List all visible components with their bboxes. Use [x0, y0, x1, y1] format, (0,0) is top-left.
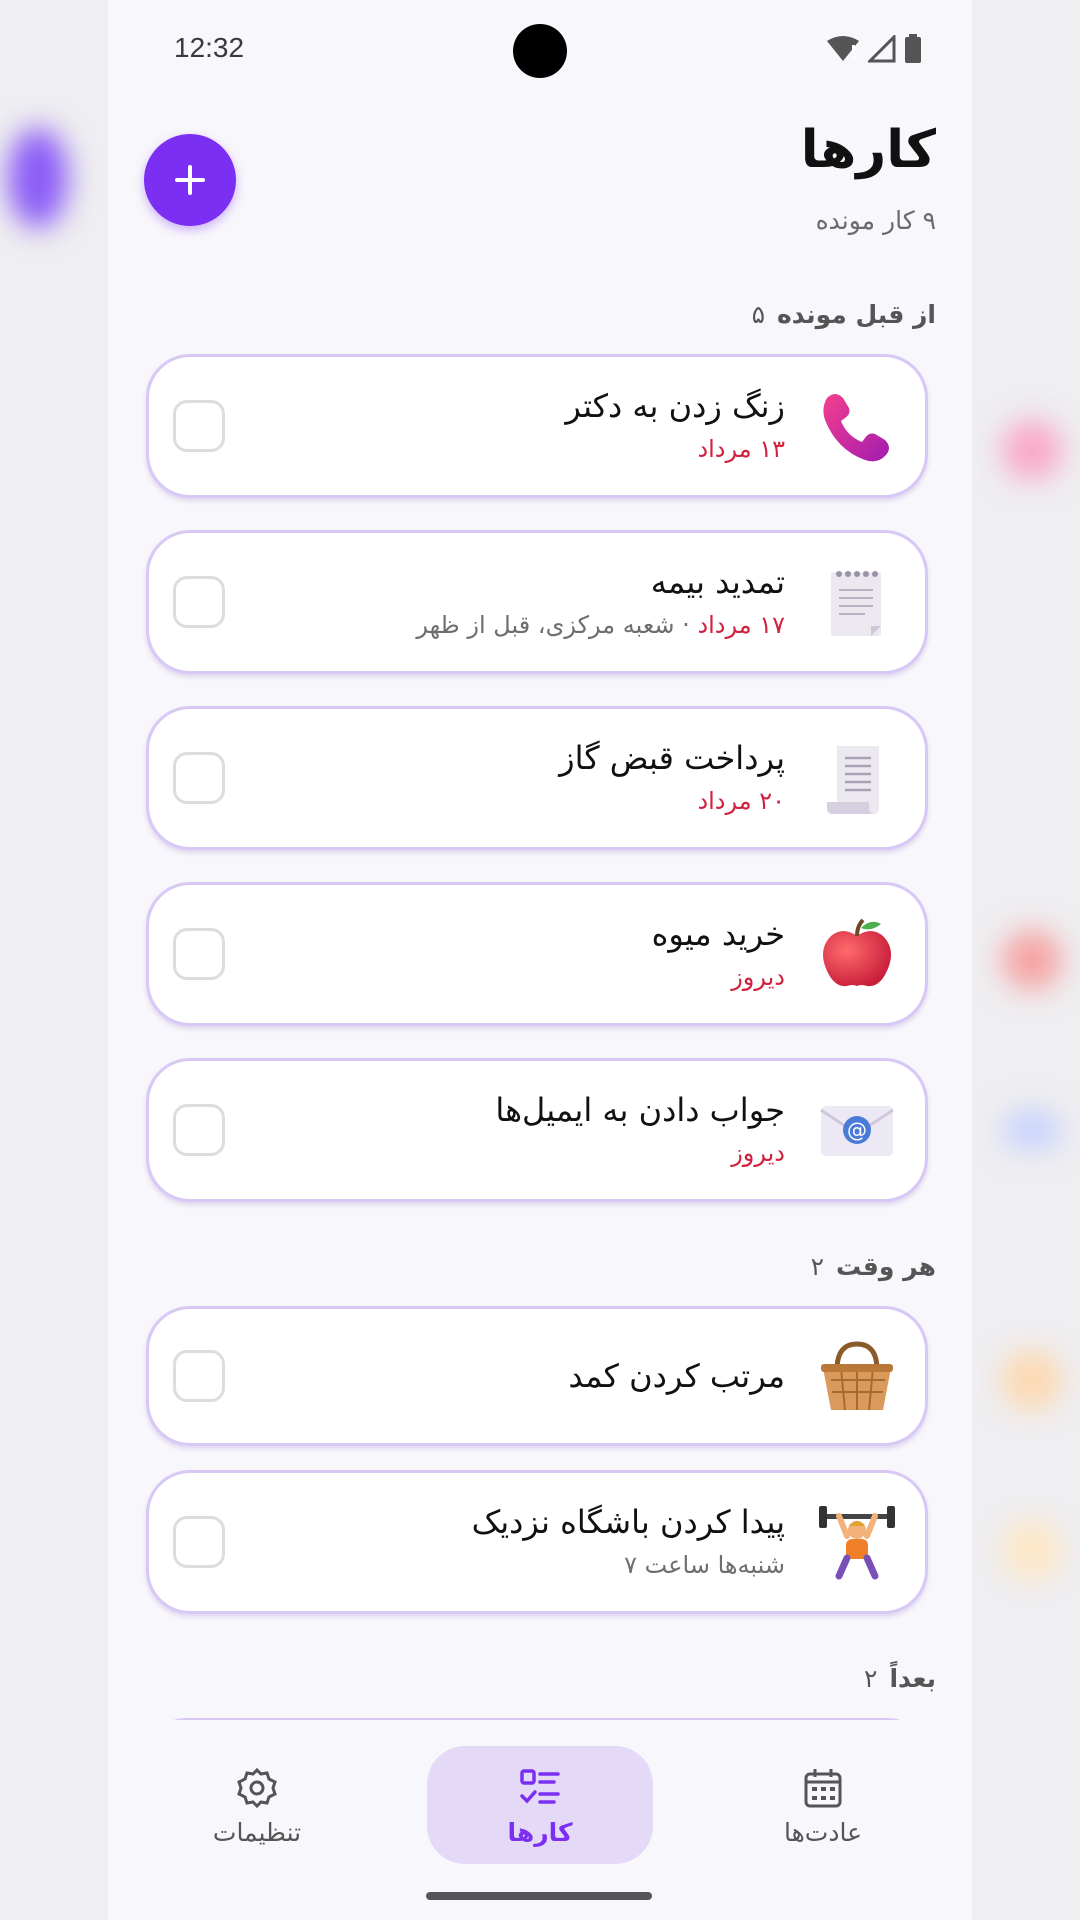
task-card[interactable]: تمدید بیمه ۱۷ مرداد · شعبه مرکزی، قبل از…	[146, 530, 928, 674]
task-checkbox[interactable]	[173, 576, 225, 628]
bottom-navigation: تنظیمات کارها عادت‌ها	[108, 1720, 972, 1920]
task-due-date: دیروز	[731, 963, 785, 991]
task-checkbox[interactable]	[173, 400, 225, 452]
section-title: بعداً	[889, 1664, 936, 1693]
red-apple-icon	[817, 914, 897, 994]
task-checkbox[interactable]	[173, 1104, 225, 1156]
weightlifter-icon	[817, 1502, 897, 1582]
section-count: ۵	[751, 300, 765, 329]
camera-cutout	[513, 24, 567, 78]
section-count: ۲	[864, 1664, 878, 1693]
telephone-receiver-icon	[817, 386, 897, 466]
section-count: ۲	[810, 1252, 825, 1281]
task-title: جواب دادن به ایمیل‌ها	[495, 1091, 785, 1129]
signal-icon	[868, 35, 896, 63]
task-note: شنبه‌ها ساعت ۷	[624, 1551, 785, 1579]
task-due-date: ۲۰ مرداد	[697, 787, 785, 815]
section-title: هر وقت	[836, 1252, 936, 1281]
task-card[interactable]: زنگ زدن به دکتر ۱۳ مرداد	[146, 354, 928, 498]
task-title: مرتب کردن کمد	[568, 1357, 785, 1395]
task-title: زنگ زدن به دکتر	[565, 387, 785, 425]
add-task-button[interactable]	[144, 134, 236, 226]
calendar-icon	[804, 1769, 842, 1808]
task-title: پرداخت قبض گاز	[559, 739, 785, 777]
section-header-later: بعداً ۲	[864, 1664, 936, 1693]
checklist-icon	[520, 1769, 560, 1804]
task-checkbox[interactable]	[173, 752, 225, 804]
task-checkbox[interactable]	[173, 1350, 225, 1402]
nav-tasks[interactable]: کارها	[427, 1746, 653, 1864]
section-title: از قبل مونده	[777, 300, 936, 329]
task-card[interactable]: @ جواب دادن به ایمیل‌ها دیروز	[146, 1058, 928, 1202]
task-card[interactable]: پیدا کردن باشگاه نزدیک شنبه‌ها ساعت ۷	[146, 1470, 928, 1614]
nav-habits[interactable]: عادت‌ها	[710, 1746, 936, 1864]
plus-icon	[175, 165, 205, 195]
wifi-icon	[827, 36, 859, 61]
nav-settings-label: تنظیمات	[212, 1818, 302, 1847]
gear-icon	[237, 1767, 277, 1809]
tasks-screen: 12:32 کارها ۹ کار مونده از قبل مونده ۵ زن…	[108, 0, 972, 1920]
battery-icon	[905, 34, 921, 63]
status-bar: 12:32	[108, 0, 972, 100]
nav-tasks-label: کارها	[507, 1818, 573, 1847]
task-card[interactable]: خرید میوه دیروز	[146, 882, 928, 1026]
receipt-icon	[817, 738, 897, 818]
nav-settings[interactable]: تنظیمات	[144, 1746, 370, 1864]
basket-icon	[817, 1336, 897, 1416]
task-title: تمدید بیمه	[650, 563, 785, 601]
task-checkbox[interactable]	[173, 1516, 225, 1568]
section-header-overdue: از قبل مونده ۵	[752, 300, 936, 329]
task-title: پیدا کردن باشگاه نزدیک	[471, 1503, 785, 1541]
task-card[interactable]: پرداخت قبض گاز ۲۰ مرداد	[146, 706, 928, 850]
page-title: کارها	[800, 120, 936, 180]
section-header-anytime: هر وقت ۲	[811, 1252, 936, 1281]
task-note: · شعبه مرکزی، قبل از ظهر	[416, 611, 698, 639]
left-peek-panel	[0, 0, 108, 1920]
remaining-count: ۹ کار مونده	[815, 206, 936, 235]
right-peek-panel	[972, 0, 1080, 1920]
task-due-date: ۱۳ مرداد	[697, 435, 785, 463]
spiral-notepad-icon	[817, 562, 897, 642]
svg-text:@: @	[847, 1118, 867, 1142]
home-indicator[interactable]	[426, 1892, 652, 1900]
task-card[interactable]: مرتب کردن کمد	[146, 1306, 928, 1446]
task-checkbox[interactable]	[173, 928, 225, 980]
task-due-date: ۱۷ مرداد	[697, 611, 785, 639]
task-title: خرید میوه	[651, 915, 785, 953]
status-time: 12:32	[174, 32, 245, 63]
task-due-date: دیروز	[731, 1139, 785, 1167]
status-icons	[826, 34, 922, 64]
nav-habits-label: عادت‌ها	[783, 1818, 862, 1847]
email-envelope-icon: @	[817, 1090, 897, 1170]
